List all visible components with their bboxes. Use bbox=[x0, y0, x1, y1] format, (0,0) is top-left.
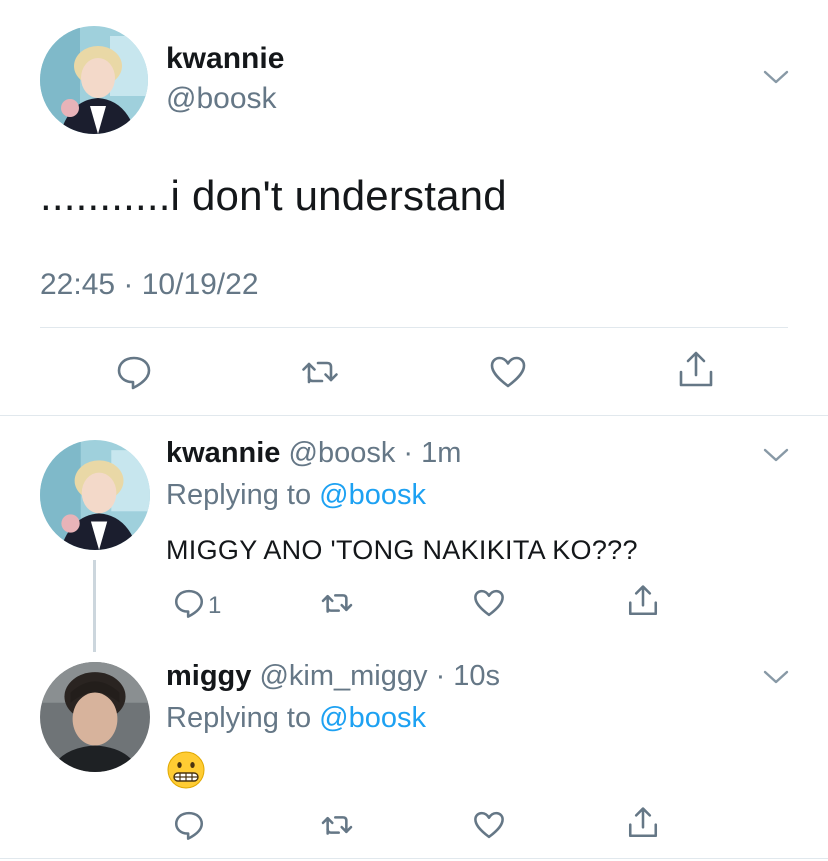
reply-icon[interactable] bbox=[172, 808, 206, 842]
like-icon[interactable] bbox=[472, 586, 506, 620]
replying-to-label: Replying to bbox=[166, 479, 312, 511]
share-icon[interactable] bbox=[626, 584, 660, 618]
author-avatar[interactable] bbox=[40, 26, 148, 134]
reply-header: kwannie @boosk · 1m bbox=[166, 437, 461, 470]
retweet-icon[interactable] bbox=[320, 808, 354, 842]
chevron-down-icon[interactable] bbox=[762, 68, 790, 86]
retweet-icon[interactable] bbox=[320, 586, 354, 620]
author-display-name[interactable]: kwannie bbox=[166, 42, 284, 76]
replying-to: Replying to @boosk bbox=[166, 702, 426, 735]
replying-to-mention[interactable]: @boosk bbox=[319, 702, 426, 734]
reply-display-name[interactable]: miggy bbox=[166, 660, 251, 692]
reply-avatar[interactable] bbox=[40, 662, 150, 772]
replying-to-mention[interactable]: @boosk bbox=[319, 479, 426, 511]
chevron-down-icon[interactable] bbox=[762, 446, 790, 464]
share-icon[interactable] bbox=[676, 350, 716, 390]
share-icon[interactable] bbox=[626, 806, 660, 840]
bottom-divider bbox=[0, 858, 828, 859]
retweet-icon[interactable] bbox=[300, 352, 340, 392]
replying-to-label: Replying to bbox=[166, 702, 312, 734]
reply-avatar[interactable] bbox=[40, 440, 150, 550]
reply-display-name[interactable]: kwannie bbox=[166, 437, 280, 469]
thread-line bbox=[93, 560, 96, 652]
reply-icon[interactable] bbox=[114, 352, 154, 392]
reply-count: 1 bbox=[208, 592, 222, 619]
replying-to: Replying to @boosk bbox=[166, 479, 426, 512]
section-divider bbox=[0, 415, 828, 416]
reply-time: · 1m bbox=[403, 437, 462, 469]
reply-time: · 10s bbox=[435, 660, 501, 692]
reply-header: miggy @kim_miggy · 10s bbox=[166, 660, 500, 693]
author-handle[interactable]: @boosk bbox=[166, 82, 277, 116]
reply-text: MIGGY ANO 'TONG NAKIKITA KO??? bbox=[166, 535, 638, 565]
like-icon[interactable] bbox=[488, 352, 528, 392]
chevron-down-icon[interactable] bbox=[762, 668, 790, 686]
tweet-text: ...........i don't understand bbox=[40, 172, 507, 219]
grimacing-face-emoji bbox=[167, 751, 205, 789]
reply-icon[interactable] bbox=[172, 586, 206, 620]
tweet-timestamp[interactable]: 22:45 · 10/19/22 bbox=[40, 268, 259, 302]
divider bbox=[40, 327, 788, 328]
like-icon[interactable] bbox=[472, 808, 506, 842]
reply-handle[interactable]: @boosk bbox=[289, 437, 396, 469]
reply-handle[interactable]: @kim_miggy bbox=[259, 660, 427, 692]
